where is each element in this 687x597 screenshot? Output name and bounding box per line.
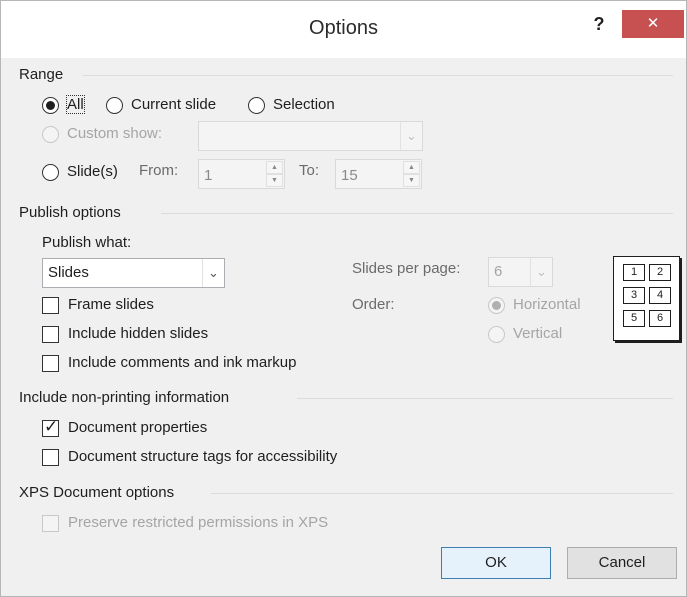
dialog-content: Range All Current slide Selection Custom…	[11, 58, 680, 588]
frame-slides-label[interactable]: Frame slides	[68, 296, 154, 313]
publish-what-value[interactable]: Slides	[48, 264, 89, 281]
chevron-down-icon[interactable]: ⌄	[202, 259, 224, 287]
range-custom-show-label: Custom show:	[67, 125, 163, 142]
close-icon: ✕	[646, 15, 660, 32]
document-properties-checkbox[interactable]: ✓	[42, 417, 59, 437]
range-current-slide-label[interactable]: Current slide	[131, 96, 216, 113]
ok-button[interactable]: OK	[441, 547, 551, 579]
slides-per-page-value[interactable]: 6	[494, 263, 502, 280]
spin-up-icon[interactable]: ▲	[403, 161, 420, 174]
range-current-slide-radio[interactable]	[106, 97, 123, 114]
range-all-radio[interactable]	[42, 97, 59, 114]
preserve-permissions-label: Preserve restricted permissions in XPS	[68, 514, 329, 531]
to-value[interactable]: 15	[341, 167, 358, 184]
range-selection-radio[interactable]	[248, 97, 265, 114]
preview-cell: 5	[623, 310, 645, 327]
spin-down-icon[interactable]: ▼	[266, 174, 283, 187]
preserve-permissions-checkbox[interactable]	[42, 515, 59, 532]
checkmark-icon: ✓	[44, 417, 59, 436]
include-comments-label[interactable]: Include comments and ink markup	[68, 354, 296, 371]
structure-tags-label[interactable]: Document structure tags for accessibilit…	[68, 448, 337, 465]
range-selection-label[interactable]: Selection	[273, 96, 335, 113]
range-slides-label[interactable]: Slide(s)	[67, 163, 118, 180]
from-value[interactable]: 1	[204, 167, 212, 184]
chevron-down-icon: ⌄	[400, 122, 422, 150]
options-dialog: Options ? ✕ Range All Current slide Sele…	[0, 0, 687, 597]
range-all-label[interactable]: All	[66, 95, 85, 114]
close-button[interactable]: ✕	[622, 10, 684, 38]
order-vertical-label: Vertical	[513, 325, 563, 342]
document-properties-label[interactable]: Document properties	[68, 419, 207, 436]
cancel-button[interactable]: Cancel	[567, 547, 677, 579]
non-printing-divider	[297, 398, 673, 399]
range-custom-show-radio[interactable]	[42, 126, 59, 143]
publish-divider	[161, 213, 673, 214]
include-hidden-checkbox[interactable]	[42, 326, 59, 343]
preview-cell: 6	[649, 310, 671, 327]
preview-cell: 3	[623, 287, 645, 304]
slides-per-page-label: Slides per page:	[352, 260, 461, 277]
publish-group-title: Publish options	[19, 204, 121, 221]
range-divider	[83, 75, 673, 76]
structure-tags-checkbox[interactable]	[42, 449, 59, 466]
publish-what-dropdown[interactable]: Slides ⌄	[42, 258, 225, 288]
spin-up-icon[interactable]: ▲	[266, 161, 283, 174]
publish-what-label: Publish what:	[42, 234, 132, 251]
order-horizontal-radio[interactable]	[488, 297, 505, 314]
non-printing-group-title: Include non-printing information	[19, 389, 230, 406]
preview-cell: 4	[649, 287, 671, 304]
xps-group-title: XPS Document options	[19, 484, 175, 501]
range-group-title: Range	[19, 66, 64, 83]
order-vertical-radio[interactable]	[488, 326, 505, 343]
xps-divider	[211, 493, 673, 494]
help-button[interactable]: ?	[583, 10, 615, 38]
order-horizontal-label: Horizontal	[513, 296, 581, 313]
preview-cell: 1	[623, 264, 645, 281]
range-slides-radio[interactable]	[42, 164, 59, 181]
from-spinner[interactable]: 1 ▲ ▼	[198, 159, 285, 189]
from-label: From:	[139, 162, 179, 179]
order-label: Order:	[352, 296, 395, 313]
frame-slides-checkbox[interactable]	[42, 297, 59, 314]
preview-cell: 2	[649, 264, 671, 281]
to-label: To:	[299, 162, 320, 179]
to-spinner[interactable]: 15 ▲ ▼	[335, 159, 422, 189]
chevron-down-icon: ⌄	[530, 258, 552, 286]
page-layout-preview: 1 2 3 4 5 6	[613, 256, 680, 341]
include-hidden-label[interactable]: Include hidden slides	[68, 325, 208, 342]
custom-show-dropdown[interactable]: ⌄	[198, 121, 423, 151]
include-comments-checkbox[interactable]	[42, 355, 59, 372]
spin-down-icon[interactable]: ▼	[403, 174, 420, 187]
title-bar[interactable]: Options ? ✕	[1, 1, 686, 58]
slides-per-page-dropdown[interactable]: 6 ⌄	[488, 257, 553, 287]
